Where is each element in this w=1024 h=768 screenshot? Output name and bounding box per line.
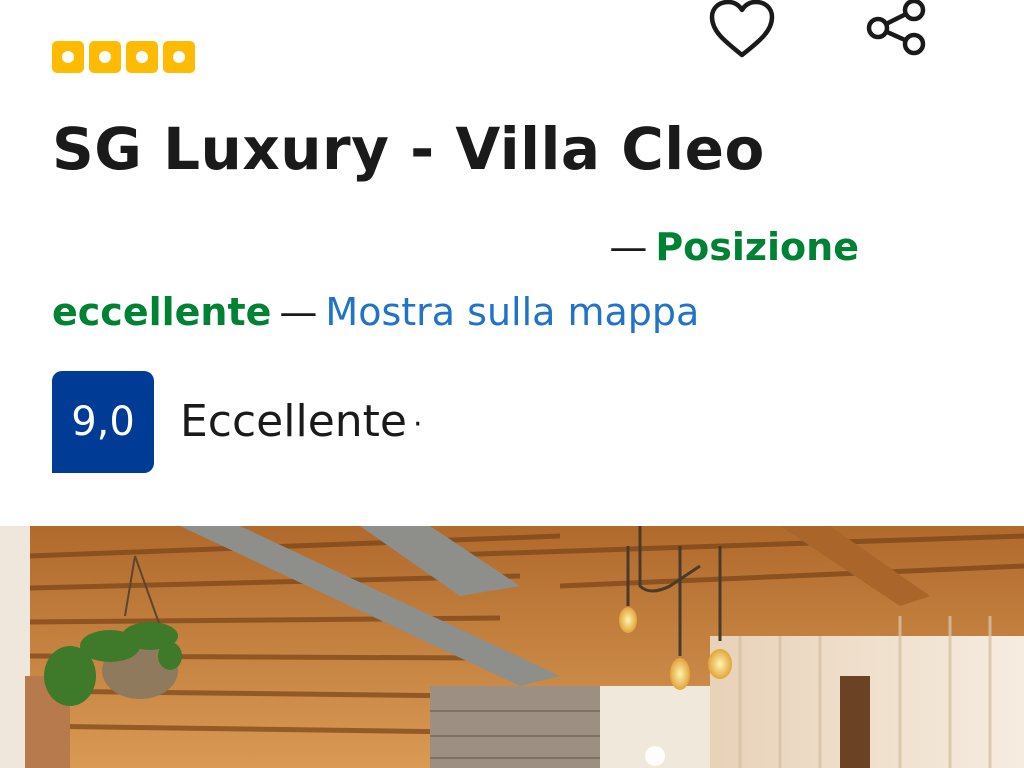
review-word: Eccellente bbox=[180, 396, 407, 447]
separator-dash: — bbox=[609, 225, 648, 269]
separator-dash: — bbox=[279, 290, 318, 334]
location-line-2: eccellente — Mostra sulla mappa bbox=[52, 290, 699, 334]
favorite-button[interactable] bbox=[708, 0, 776, 60]
star-badge-icon bbox=[52, 41, 84, 73]
share-button[interactable] bbox=[864, 0, 930, 60]
heart-icon bbox=[709, 0, 775, 58]
hotel-photo[interactable] bbox=[0, 526, 1024, 768]
star-rating bbox=[52, 41, 195, 73]
star-badge-icon bbox=[163, 41, 195, 73]
location-line-1: — Posizione bbox=[601, 225, 859, 269]
review-separator: · bbox=[412, 406, 423, 442]
review-score-badge[interactable]: 9,0 bbox=[52, 371, 154, 473]
hotel-photo-image bbox=[0, 526, 1024, 768]
share-icon bbox=[866, 0, 926, 56]
location-quality: Posizione bbox=[655, 225, 859, 269]
location-quality-cont: eccellente bbox=[52, 290, 272, 334]
hotel-name: SG Luxury - Villa Cleo bbox=[52, 115, 765, 183]
star-badge-icon bbox=[126, 41, 158, 73]
star-badge-icon bbox=[89, 41, 121, 73]
review-score-label[interactable]: Eccellente · bbox=[180, 396, 423, 447]
show-on-map-link[interactable]: Mostra sulla mappa bbox=[325, 290, 699, 334]
